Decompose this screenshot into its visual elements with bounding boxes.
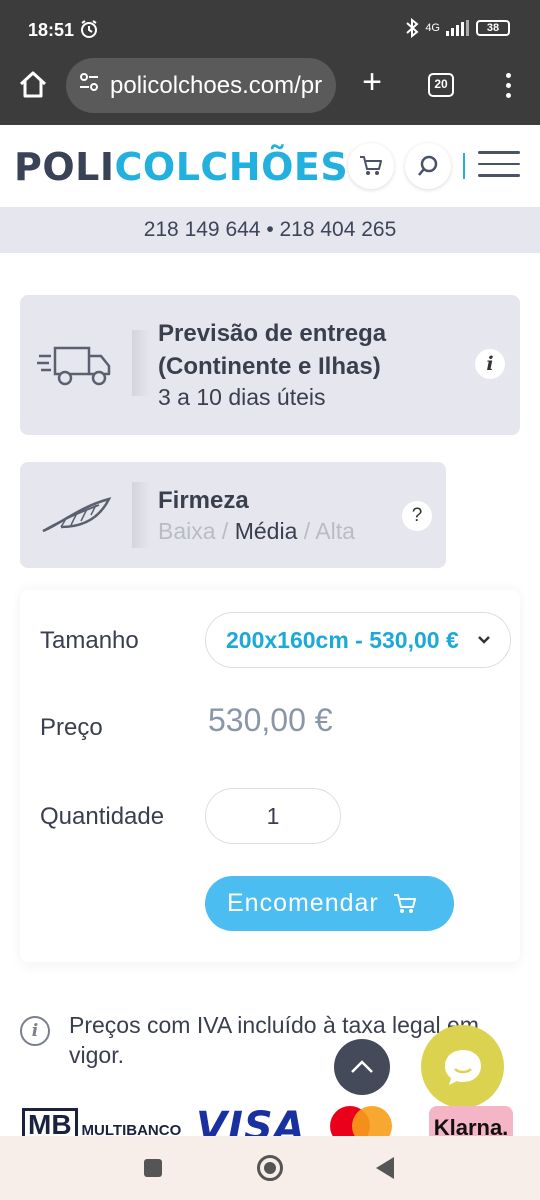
mastercard-logo bbox=[330, 1106, 392, 1136]
tab-switcher-button[interactable]: 20 bbox=[428, 73, 454, 97]
delivery-subtitle: 3 a 10 dias úteis bbox=[158, 384, 326, 410]
multibanco-text: MULTIBANCO bbox=[81, 1122, 182, 1136]
size-label: Tamanho bbox=[40, 627, 139, 654]
browser-toolbar: policolchoes.com/pr + 20 bbox=[0, 58, 540, 125]
visa-logo: VISA bbox=[196, 1104, 306, 1136]
logo-part1: POLI bbox=[14, 145, 115, 189]
status-bar: 18:51 4G 38 bbox=[0, 0, 540, 58]
card-separator bbox=[132, 482, 150, 548]
url-bar[interactable]: policolchoes.com/pr bbox=[66, 58, 336, 113]
back-icon[interactable] bbox=[376, 1157, 394, 1179]
header-divider bbox=[463, 153, 465, 179]
network-type: 4G bbox=[425, 22, 440, 34]
phone-numbers[interactable]: 218 149 644 • 218 404 265 bbox=[0, 207, 540, 253]
firmness-option-low: Baixa bbox=[158, 518, 216, 544]
chevron-up-icon bbox=[351, 1060, 373, 1073]
order-button[interactable]: Encomendar bbox=[205, 876, 454, 931]
site-header: POLICOLCHÕES bbox=[0, 125, 540, 207]
battery-icon: 38 bbox=[476, 20, 510, 36]
cart-icon bbox=[393, 893, 416, 913]
bluetooth-icon bbox=[406, 18, 419, 38]
firmness-option-medium: Média bbox=[234, 518, 298, 544]
firmness-title: Firmeza bbox=[158, 487, 249, 514]
new-tab-icon[interactable]: + bbox=[356, 65, 388, 102]
search-icon bbox=[418, 155, 438, 176]
system-nav-bar bbox=[0, 1136, 540, 1200]
alarm-icon bbox=[79, 19, 99, 44]
firmness-help-icon[interactable]: ? bbox=[402, 501, 432, 531]
chat-bubble-icon bbox=[444, 1049, 481, 1085]
delivery-info-icon[interactable]: i bbox=[475, 349, 505, 379]
firmness-scale: Baixa / Média / Alta bbox=[158, 518, 355, 545]
multibanco-mark: MB bbox=[22, 1108, 78, 1136]
price-value: 530,00 € bbox=[208, 702, 333, 738]
search-button[interactable] bbox=[405, 143, 451, 189]
cart-button[interactable] bbox=[348, 143, 394, 189]
signal-icon bbox=[446, 20, 469, 36]
size-select[interactable]: 200x160cm - 530,00 € bbox=[205, 612, 511, 668]
scroll-to-top-button[interactable] bbox=[334, 1039, 390, 1095]
delivery-truck-icon bbox=[20, 295, 132, 435]
card-separator bbox=[132, 330, 150, 396]
status-time: 18:51 bbox=[28, 20, 75, 40]
info-icon: i bbox=[20, 1016, 50, 1046]
quantity-input[interactable]: 1 bbox=[205, 788, 341, 844]
firmness-separator: / bbox=[215, 518, 235, 544]
home-nav-icon[interactable] bbox=[257, 1155, 283, 1181]
firmness-option-high: Alta bbox=[315, 518, 355, 544]
firmness-separator: / bbox=[297, 518, 316, 544]
logo-part2: COLCHÕES bbox=[114, 145, 349, 189]
firmness-card: Firmeza Baixa / Média / Alta ? bbox=[20, 462, 446, 568]
klarna-logo: Klarna. bbox=[429, 1106, 513, 1136]
multibanco-logo: MB MULTIBANCO bbox=[22, 1108, 181, 1136]
home-icon[interactable] bbox=[16, 68, 50, 102]
chat-button[interactable] bbox=[421, 1025, 504, 1108]
status-icons: 4G 38 bbox=[405, 18, 510, 38]
hamburger-menu-icon[interactable] bbox=[478, 151, 520, 179]
more-menu-icon[interactable] bbox=[498, 70, 518, 102]
cart-icon bbox=[360, 156, 382, 175]
size-select-value: 200x160cm - 530,00 € bbox=[226, 627, 459, 653]
url-text: policolchoes.com/pr bbox=[110, 71, 323, 99]
chevron-down-icon bbox=[474, 613, 494, 667]
delivery-title-line2: (Continente e Ilhas) bbox=[158, 353, 381, 380]
feather-icon bbox=[20, 462, 132, 568]
quantity-label: Quantidade bbox=[40, 803, 165, 830]
delivery-title-line1: Previsão de entrega bbox=[158, 320, 387, 347]
site-settings-icon[interactable] bbox=[78, 71, 100, 100]
order-form: Tamanho 200x160cm - 530,00 € Preço 530,0… bbox=[20, 590, 520, 962]
recent-apps-icon[interactable] bbox=[144, 1159, 162, 1177]
payment-methods: MB MULTIBANCO VISA Klarna. bbox=[0, 1100, 540, 1136]
delivery-card: Previsão de entrega (Continente e Ilhas)… bbox=[20, 295, 520, 435]
price-label: Preço bbox=[40, 714, 103, 741]
site-logo[interactable]: POLICOLCHÕES bbox=[14, 145, 348, 189]
order-button-label: Encomendar bbox=[227, 889, 379, 917]
